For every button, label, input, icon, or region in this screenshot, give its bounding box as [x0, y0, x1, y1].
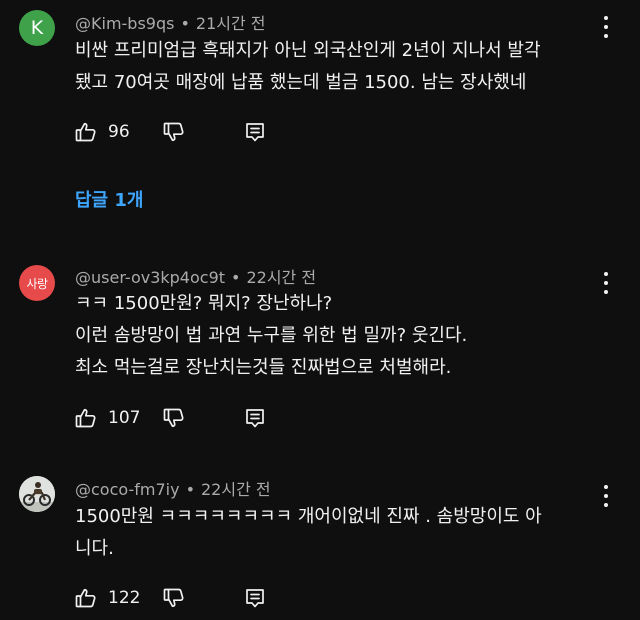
- author-handle[interactable]: @Kim-bs9qs: [75, 14, 174, 33]
- reply-button[interactable]: [244, 120, 266, 144]
- like-button[interactable]: 96: [74, 120, 130, 144]
- like-count: 107: [108, 408, 141, 428]
- comment-reply-icon: [246, 589, 264, 608]
- comment-line: 최소 먹는걸로 장난치는것들 진짜법으로 처벌해라.: [75, 357, 452, 378]
- reply-button[interactable]: [244, 586, 266, 610]
- comment-text: 비싼 프리미엄급 흑돼지가 아닌 외국산인게 2년이 지나서 발각 됐고 70여…: [75, 35, 605, 99]
- author-handle[interactable]: @user-ov3kp4oc9t: [75, 268, 225, 287]
- reply-button[interactable]: [244, 406, 266, 430]
- comment-line: 비싼 프리미엄급 흑돼지가 아닌 외국산인게 2년이 지나서 발각: [75, 40, 541, 61]
- comment-meta: @coco-fm7iy • 22시간 전: [75, 476, 271, 500]
- avatar[interactable]: 사랑: [19, 265, 55, 301]
- avatar[interactable]: K: [19, 10, 55, 46]
- like-button[interactable]: 122: [74, 586, 140, 610]
- comment-reply-icon: [246, 123, 264, 142]
- comment-time[interactable]: 22시간 전: [246, 268, 316, 287]
- dislike-button[interactable]: [162, 586, 186, 610]
- comment-line: 1500만원 ㅋㅋㅋㅋㅋㅋㅋㅋ 개어이없네 진짜 . 솜방망이도 아: [75, 506, 542, 527]
- comment-reply-icon: [246, 409, 264, 428]
- like-count: 96: [108, 122, 130, 142]
- comment-line: 니다.: [75, 538, 114, 559]
- thumbs-up-icon: [75, 588, 96, 608]
- thumbs-down-icon: [163, 408, 184, 428]
- comment-line: 이런 솜방망이 법 과연 누구를 위한 법 밀까? 웃긴다.: [75, 325, 468, 346]
- motorcycle-photo-icon: [19, 476, 55, 512]
- like-count: 122: [108, 588, 141, 608]
- thumbs-up-icon: [75, 122, 96, 142]
- comment-meta: @user-ov3kp4oc9t • 22시간 전: [75, 264, 316, 288]
- comment-line: 됐고 70여곳 매장에 납품 했는데 벌금 1500. 남는 장사했네: [75, 72, 527, 93]
- comment-time[interactable]: 21시간 전: [196, 14, 266, 33]
- avatar-text: 사랑: [26, 276, 48, 291]
- comment-meta: @Kim-bs9qs • 21시간 전: [75, 10, 266, 34]
- meta-separator: •: [231, 268, 241, 287]
- view-replies-button[interactable]: 답글 1개: [75, 186, 143, 212]
- dislike-button[interactable]: [162, 120, 186, 144]
- meta-separator: •: [185, 480, 195, 499]
- like-button[interactable]: 107: [74, 406, 140, 430]
- author-handle[interactable]: @coco-fm7iy: [75, 480, 180, 499]
- comment-actions: 96: [74, 120, 374, 146]
- avatar-letter: K: [30, 17, 44, 39]
- comment-actions: 107: [74, 406, 374, 432]
- thumbs-down-icon: [163, 122, 184, 142]
- comment-text: ㅋㅋ 1500만원? 뭐지? 장난하나? 이런 솜방망이 법 과연 누구를 위한…: [75, 288, 605, 384]
- thumbs-up-icon: [75, 408, 96, 428]
- comment-time[interactable]: 22시간 전: [201, 480, 271, 499]
- avatar[interactable]: [19, 476, 55, 512]
- dislike-button[interactable]: [162, 406, 186, 430]
- comment-actions: 122: [74, 586, 374, 612]
- thumbs-down-icon: [163, 588, 184, 608]
- meta-separator: •: [180, 14, 190, 33]
- comment-line: ㅋㅋ 1500만원? 뭐지? 장난하나?: [75, 293, 333, 314]
- comment-text: 1500만원 ㅋㅋㅋㅋㅋㅋㅋㅋ 개어이없네 진짜 . 솜방망이도 아 니다.: [75, 501, 605, 565]
